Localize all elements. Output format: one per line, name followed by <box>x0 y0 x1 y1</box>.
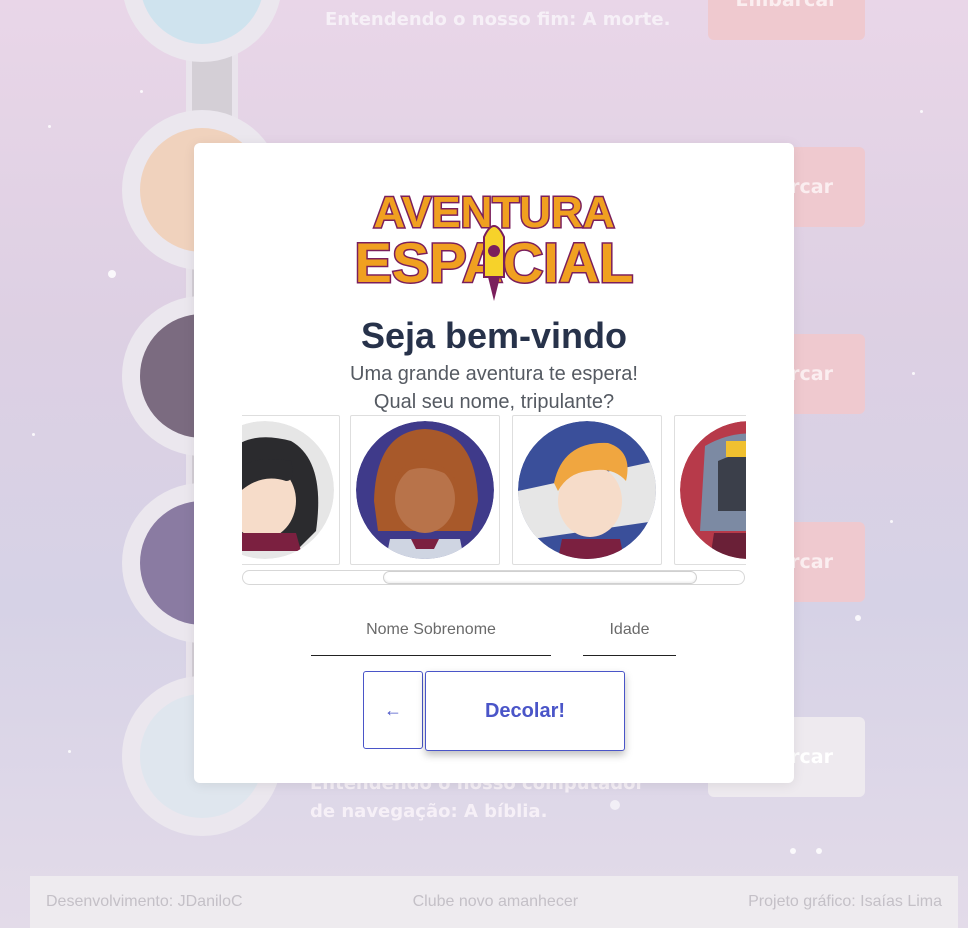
welcome-subtitle: Uma grande aventura te espera! <box>350 363 638 385</box>
avatar-card[interactable] <box>350 415 500 565</box>
carousel-scrollbar[interactable] <box>242 570 745 585</box>
astronaut-helmet-avatar <box>680 421 746 559</box>
carousel-scrollbar-thumb[interactable] <box>383 571 697 584</box>
avatar-carousel[interactable] <box>242 415 746 565</box>
avatar-card[interactable] <box>674 415 746 565</box>
footer-credits-dev: Desenvolvimento: JDaniloC <box>46 893 243 910</box>
welcome-title: Seja bem-vindo <box>360 315 628 356</box>
embark-button-1[interactable]: Embarcar <box>708 0 865 40</box>
lesson-1-description: Entendendo o nosso fim: A morte. <box>325 9 671 30</box>
lesson-planet-1[interactable] <box>122 0 282 62</box>
takeoff-button[interactable]: Decolar! <box>425 671 625 751</box>
aventura-espacial-logo: AVENTURA ESPACIAL <box>353 187 635 301</box>
footer-credits-design: Projeto gráfico: Isaías Lima <box>748 893 942 910</box>
boy-blonde-avatar <box>518 421 656 559</box>
name-input[interactable]: Nome Sobrenome <box>311 605 551 656</box>
avatar-card[interactable] <box>512 415 662 565</box>
girl-black-hair-avatar <box>242 421 334 559</box>
age-input[interactable]: Idade <box>583 605 676 656</box>
name-question: Qual seu nome, tripulante? <box>373 391 615 413</box>
footer: Desenvolvimento: JDaniloC Clube novo ama… <box>30 876 958 928</box>
back-button[interactable]: ← <box>363 671 423 749</box>
avatar-card[interactable] <box>242 415 340 565</box>
girl-dreadlocks-avatar <box>356 421 494 559</box>
welcome-modal: AVENTURA ESPACIAL Seja bem-vindo Uma gra… <box>194 143 794 783</box>
footer-club-name: Clube novo amanhecer <box>412 893 579 910</box>
arrow-left-icon: ← <box>384 699 402 720</box>
